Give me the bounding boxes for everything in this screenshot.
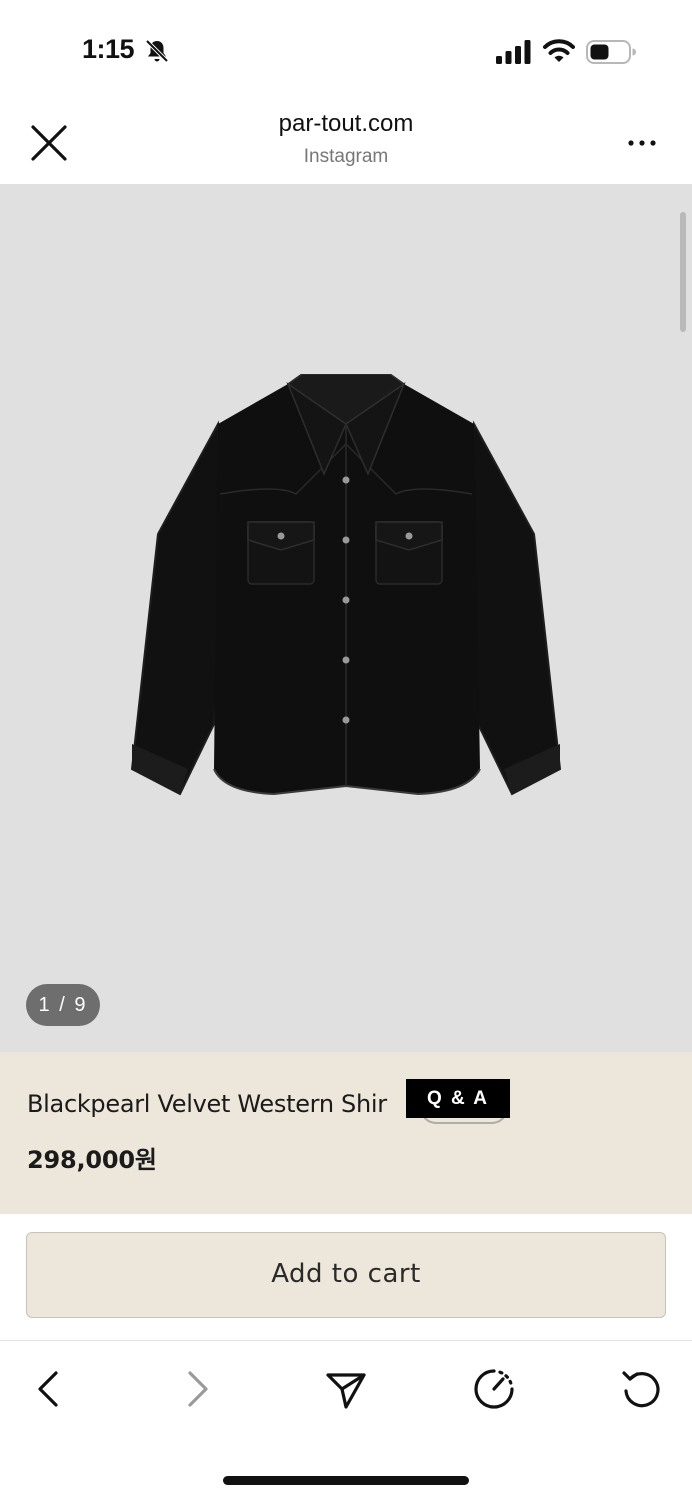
page-source: Instagram [303, 146, 389, 167]
battery-icon [586, 40, 636, 64]
wifi-icon [543, 39, 575, 62]
cart-area: Add to cart [0, 1214, 692, 1340]
home-indicator[interactable] [223, 1476, 469, 1485]
reload-icon[interactable] [620, 1367, 664, 1411]
browser-toolbar [0, 1340, 692, 1500]
share-icon[interactable] [324, 1367, 368, 1411]
product-price: 298,000원 [27, 1146, 157, 1174]
add-to-cart-button[interactable]: Add to cart [26, 1232, 666, 1318]
product-title: Blackpearl Velvet Western Shir [27, 1090, 387, 1118]
product-image-gallery[interactable]: 1 / 9 [0, 184, 692, 1052]
browser-header: par-tout.com Instagram [0, 100, 692, 184]
status-time: 1:15 [82, 34, 135, 64]
speed-icon[interactable] [472, 1367, 516, 1411]
bell-slash-icon [145, 39, 169, 63]
forward-icon[interactable] [176, 1367, 220, 1411]
qa-button[interactable]: Q & A [406, 1079, 510, 1118]
image-counter-badge: 1 / 9 [26, 984, 100, 1026]
more-icon[interactable] [622, 128, 662, 158]
status-bar: 1:15 [0, 0, 692, 100]
product-image[interactable] [128, 374, 564, 810]
back-icon[interactable] [26, 1367, 70, 1411]
product-info: Blackpearl Velvet Western Shir Q & A 298… [0, 1052, 692, 1214]
scrollbar[interactable] [680, 212, 686, 332]
signal-icon [496, 40, 531, 64]
page-domain: par-tout.com [278, 110, 414, 137]
